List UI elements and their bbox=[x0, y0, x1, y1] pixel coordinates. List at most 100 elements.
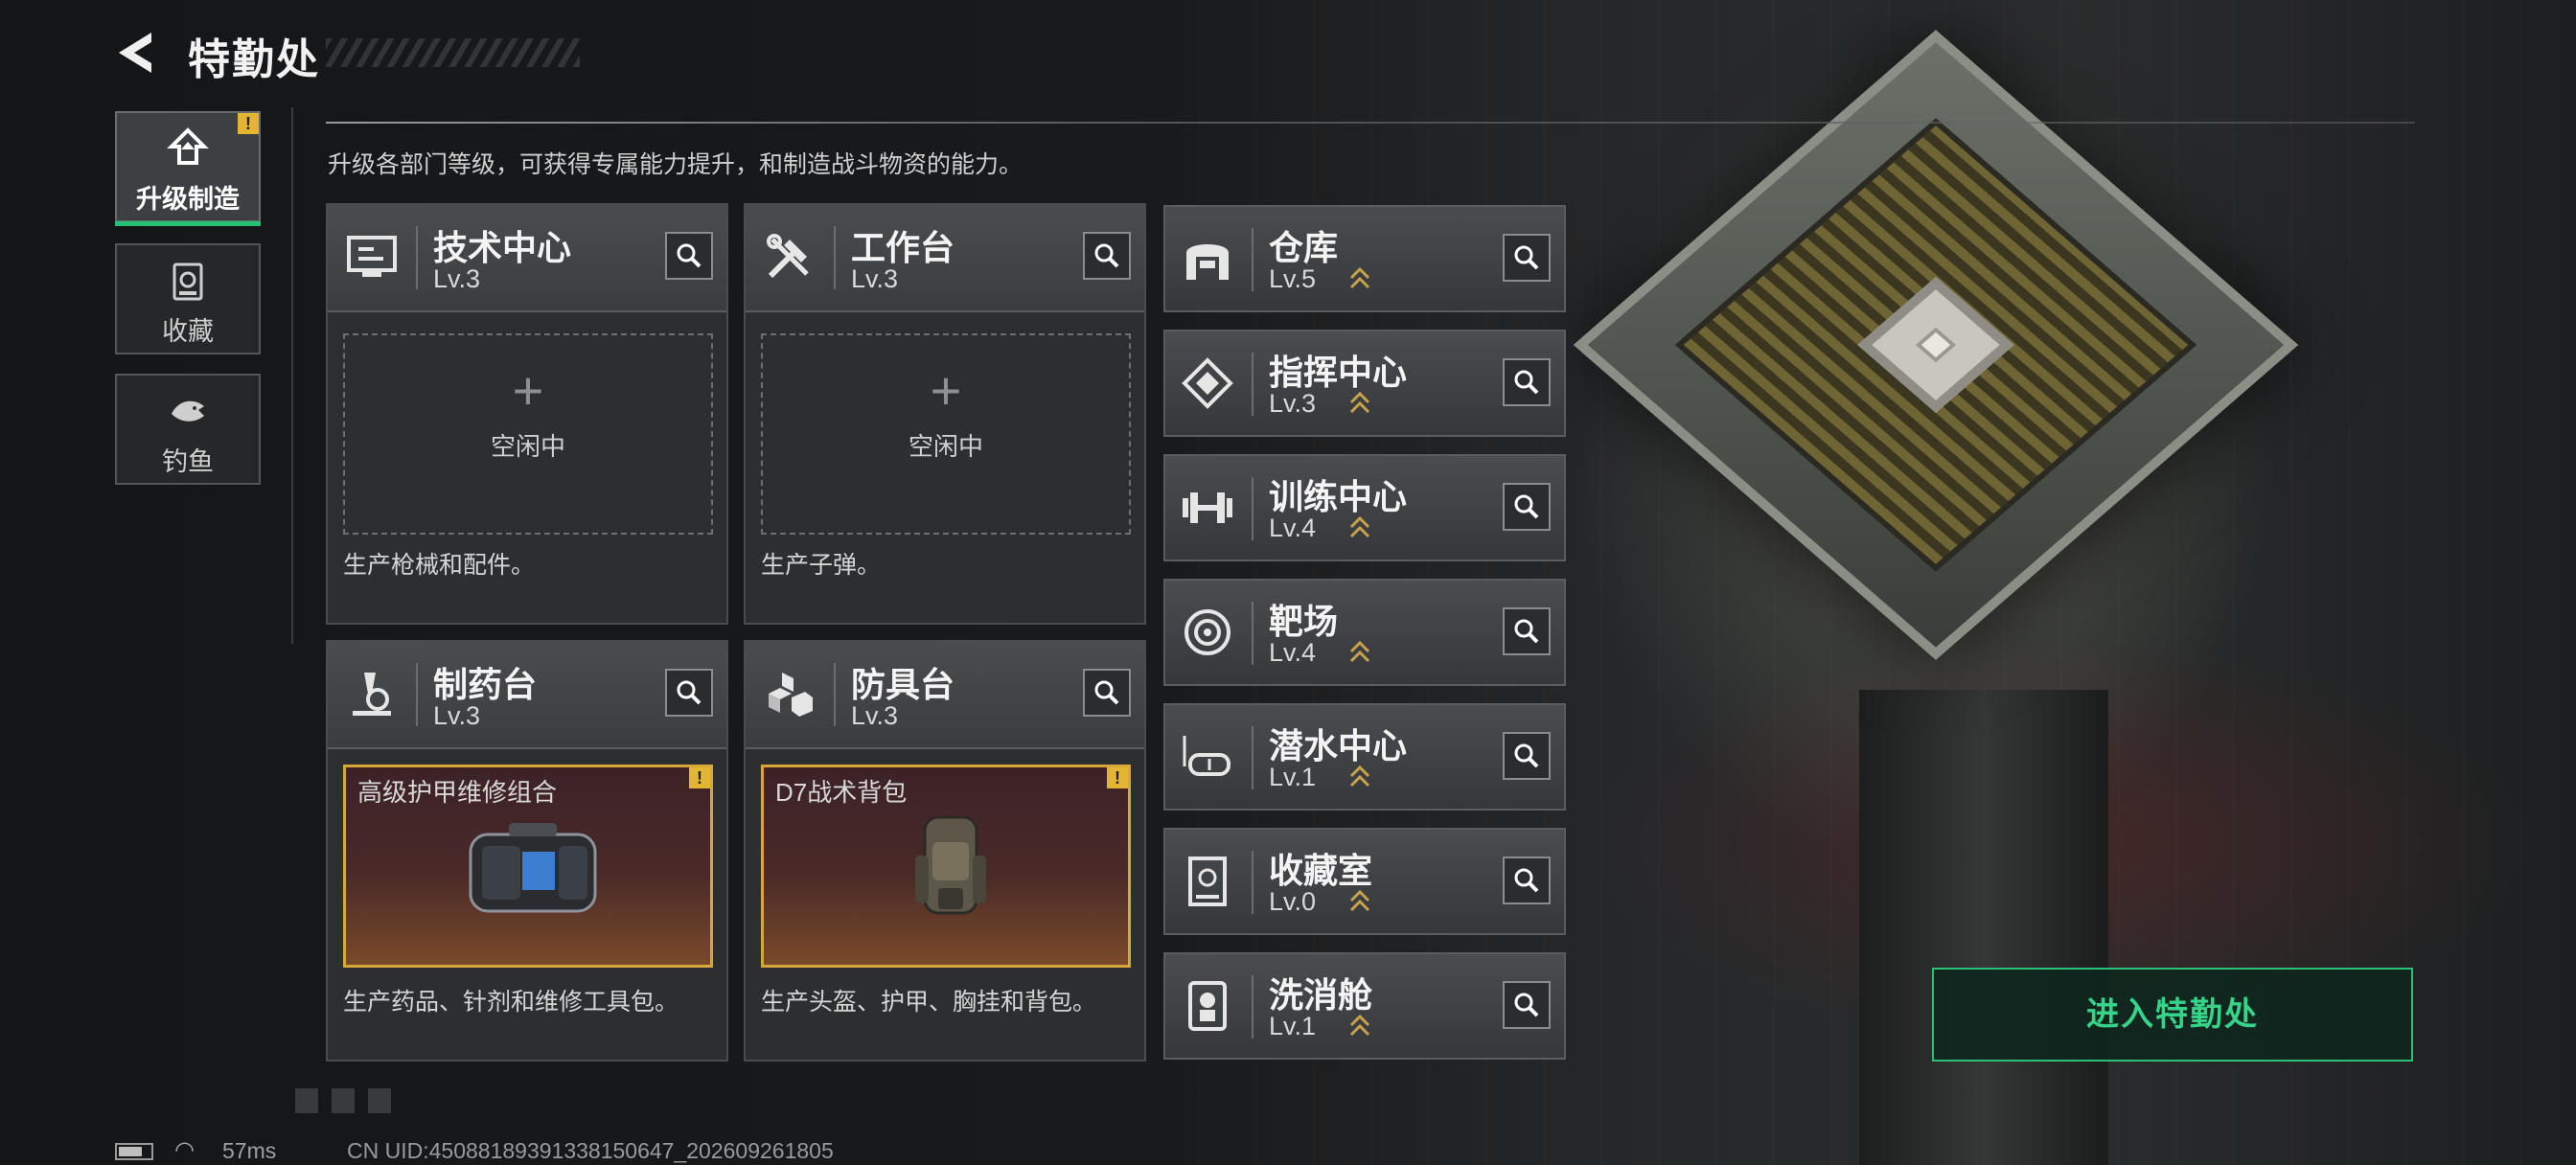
card-header: 防具台 Lv.3 bbox=[746, 642, 1144, 749]
department-row-decon[interactable]: 洗消舱 Lv.1 bbox=[1163, 952, 1566, 1060]
department-level: Lv.1 bbox=[1269, 1012, 1317, 1040]
decon-icon bbox=[1188, 981, 1227, 1031]
wifi-icon: ◠ bbox=[174, 1137, 195, 1163]
title-decoration bbox=[326, 38, 580, 67]
search-icon bbox=[677, 680, 702, 705]
cube-pillar bbox=[1859, 690, 2108, 1165]
search-button[interactable] bbox=[1503, 234, 1551, 282]
notification-badge: ! bbox=[238, 113, 259, 134]
back-arrow-icon[interactable] bbox=[113, 29, 161, 77]
department-level: Lv.1 bbox=[1269, 763, 1317, 791]
department-level: Lv.3 bbox=[433, 701, 481, 730]
search-button[interactable] bbox=[665, 669, 713, 717]
department-level: Lv.3 bbox=[1269, 389, 1317, 418]
upgrade-available-icon bbox=[1349, 640, 1370, 663]
department-row-training[interactable]: 训练中心 Lv.4 bbox=[1163, 454, 1566, 561]
user-uid: CN UID:4508818939133815​0647_20260926180… bbox=[347, 1138, 834, 1163]
search-icon bbox=[1514, 245, 1539, 270]
search-icon bbox=[1514, 993, 1539, 1017]
collection-icon bbox=[172, 263, 203, 301]
search-button[interactable] bbox=[1503, 483, 1551, 531]
search-button[interactable] bbox=[1503, 732, 1551, 780]
department-name: 指挥中心 bbox=[1269, 353, 1408, 392]
tab-upgrade[interactable]: 升级制造 ! bbox=[115, 111, 261, 226]
upgrade-available-icon bbox=[1349, 266, 1370, 289]
idle-label: 空闲中 bbox=[490, 432, 565, 461]
workbench-card[interactable]: 工作台 Lv.3 + 空闲中 生产子弹。 bbox=[744, 203, 1146, 625]
upgrade-icon bbox=[167, 127, 209, 165]
search-icon bbox=[1514, 868, 1539, 893]
product-name: 高级护甲维修组合 bbox=[357, 778, 558, 807]
idle-production-slot[interactable]: + 空闲中 bbox=[761, 333, 1131, 535]
tab-label: 收藏 bbox=[162, 317, 214, 346]
diving-mask-icon bbox=[1183, 736, 1230, 776]
department-name: 仓库 bbox=[1269, 228, 1339, 267]
dumbbell-icon bbox=[1183, 492, 1232, 523]
tab-collection[interactable]: 收藏 bbox=[115, 243, 261, 354]
search-button[interactable] bbox=[1503, 981, 1551, 1029]
department-row-warehouse[interactable]: 仓库 Lv.5 bbox=[1163, 205, 1566, 312]
search-icon bbox=[1514, 743, 1539, 768]
department-level: Lv.3 bbox=[851, 701, 899, 730]
department-row-command[interactable]: 指挥中心 Lv.3 bbox=[1163, 330, 1566, 437]
upgrade-available-icon bbox=[1349, 515, 1370, 538]
search-button[interactable] bbox=[1083, 669, 1131, 717]
upgrade-available-icon bbox=[1349, 391, 1370, 414]
production-item-slot[interactable]: D7战术背包 ! bbox=[761, 765, 1131, 968]
search-icon bbox=[1514, 370, 1539, 395]
department-row-collection-room[interactable]: 收藏室 Lv.0 bbox=[1163, 828, 1566, 935]
search-button[interactable] bbox=[1503, 358, 1551, 406]
tab-label: 升级制造 bbox=[136, 185, 240, 214]
search-button[interactable] bbox=[1083, 232, 1131, 280]
armor-card[interactable]: 防具台 Lv.3 D7战术背包 ! 生产头盔、护甲、胸挂和背包。 bbox=[744, 640, 1146, 1062]
add-icon: + bbox=[512, 360, 544, 421]
department-row-diving[interactable]: 潜水中心 Lv.1 bbox=[1163, 703, 1566, 811]
search-button[interactable] bbox=[1503, 857, 1551, 904]
upgrade-available-icon bbox=[1349, 889, 1370, 912]
department-row-range[interactable]: 靶场 Lv.4 bbox=[1163, 579, 1566, 686]
department-name: 制药台 bbox=[433, 665, 538, 704]
battery-icon bbox=[115, 1143, 153, 1160]
upgrade-available-icon bbox=[1349, 765, 1370, 788]
card-header: 技术中心 Lv.3 bbox=[328, 205, 726, 312]
command-icon bbox=[1182, 357, 1233, 409]
search-button[interactable] bbox=[665, 232, 713, 280]
search-icon bbox=[1094, 243, 1119, 268]
card-description: 生产子弹。 bbox=[761, 552, 882, 579]
ping-readout: 57ms bbox=[222, 1138, 277, 1163]
department-name: 潜水中心 bbox=[1269, 726, 1408, 765]
search-button[interactable] bbox=[1503, 607, 1551, 655]
fish-icon bbox=[172, 400, 204, 422]
department-name: 技术中心 bbox=[433, 228, 572, 267]
warehouse-icon bbox=[1186, 244, 1229, 280]
pharmacy-card[interactable]: 制药台 Lv.3 高级护甲维修组合 ! 生产药品、针剂和维修工具包。 bbox=[326, 640, 728, 1062]
upgrade-available-icon bbox=[1349, 1014, 1370, 1037]
target-icon bbox=[1184, 609, 1230, 655]
enter-special-ops-button[interactable]: 进入特勤处 bbox=[1932, 968, 2413, 1062]
department-level: Lv.4 bbox=[1269, 514, 1317, 542]
department-level: Lv.3 bbox=[851, 264, 899, 293]
card-description: 生产药品、针剂和维修工具包。 bbox=[343, 989, 679, 1016]
department-level: Lv.3 bbox=[433, 264, 481, 293]
idle-production-slot[interactable]: + 空闲中 bbox=[343, 333, 713, 535]
tabs-divider bbox=[291, 107, 293, 644]
search-icon bbox=[1094, 680, 1119, 705]
search-icon bbox=[677, 243, 702, 268]
department-name: 靶场 bbox=[1269, 602, 1339, 641]
boxes-icon bbox=[769, 673, 813, 717]
page-indicator-boxes bbox=[293, 1088, 399, 1113]
tech-center-card[interactable]: 技术中心 Lv.3 + 空闲中 生产枪械和配件。 bbox=[326, 203, 728, 625]
monitor-icon bbox=[347, 236, 397, 277]
armor-repair-kit-image bbox=[469, 823, 597, 913]
page-title: 特勤处 bbox=[188, 36, 320, 83]
tab-fishing[interactable]: 钓鱼 bbox=[115, 374, 261, 485]
notification-badge: ! bbox=[689, 767, 710, 788]
production-item-slot[interactable]: 高级护甲维修组合 ! bbox=[343, 765, 713, 968]
department-name: 训练中心 bbox=[1269, 477, 1408, 516]
add-icon: + bbox=[930, 360, 962, 421]
header-divider bbox=[326, 122, 2415, 124]
department-name: 洗消舱 bbox=[1269, 975, 1373, 1015]
card-description: 生产头盔、护甲、胸挂和背包。 bbox=[761, 989, 1097, 1016]
department-level: Lv.0 bbox=[1269, 887, 1317, 916]
department-name: 工作台 bbox=[851, 228, 955, 267]
